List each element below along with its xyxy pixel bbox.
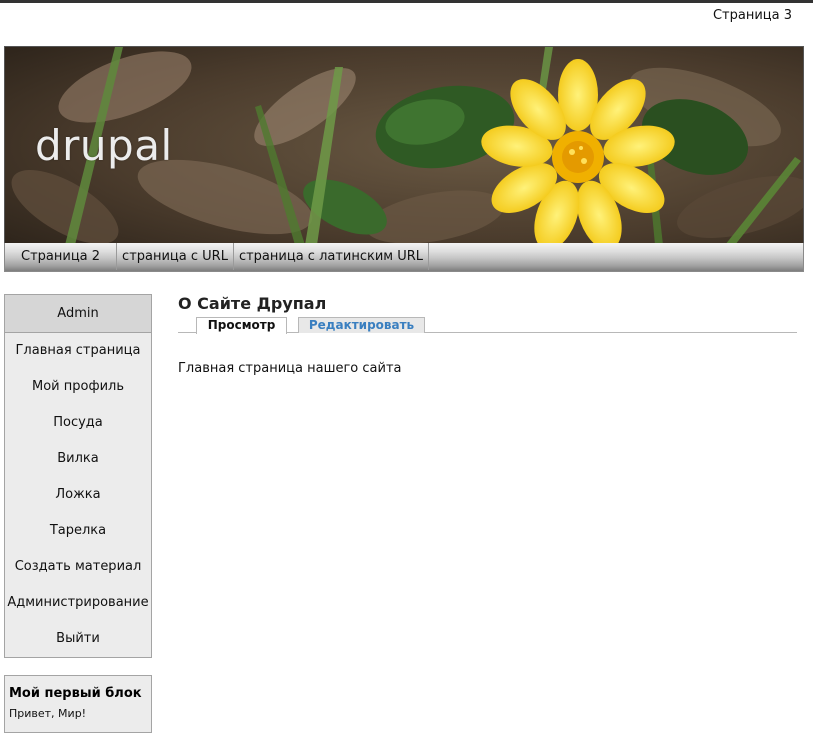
menu-item-my-profile[interactable]: Мой профиль (5, 369, 151, 405)
menu-item-fork[interactable]: Вилка (5, 441, 151, 477)
page-body-text: Главная страница нашего сайта (178, 361, 402, 376)
menu-item-plate[interactable]: Тарелка (5, 513, 151, 549)
top-border (0, 0, 813, 3)
secondary-link-page-3[interactable]: Страница 3 (713, 8, 792, 23)
menu-item-administration[interactable]: Администрирование (5, 585, 151, 621)
tab-edit[interactable]: Редактировать (298, 317, 425, 333)
menu-item-dishes[interactable]: Посуда (5, 405, 151, 441)
menu-item-create-content[interactable]: Создать материал (5, 549, 151, 585)
primary-link-page-latin-url[interactable]: страница с латинским URL (234, 243, 430, 270)
user-menu-list: Главная страница Мой профиль Посуда Вилк… (5, 333, 151, 657)
primary-nav: Страница 2 страница с URL страница с лат… (4, 243, 804, 272)
menu-item-home[interactable]: Главная страница (5, 333, 151, 369)
user-menu-block: Admin Главная страница Мой профиль Посуд… (4, 294, 152, 658)
menu-item-spoon[interactable]: Ложка (5, 477, 151, 513)
page-title: О Сайте Друпал (178, 294, 327, 313)
site-name[interactable]: drupal (35, 121, 173, 170)
primary-link-page-url[interactable]: страница с URL (117, 243, 234, 270)
content-tabs: Просмотр Редактировать (178, 313, 797, 334)
user-menu-title: Admin (5, 295, 151, 333)
site-header: drupal (4, 46, 804, 244)
custom-block-body: Привет, Мир! (9, 707, 87, 720)
custom-block: Мой первый блок Привет, Мир! (4, 675, 152, 733)
custom-block-title: Мой первый блок (9, 686, 142, 701)
tab-view[interactable]: Просмотр (196, 317, 287, 334)
main-content: О Сайте Друпал Просмотр Редактировать Гл… (178, 294, 798, 376)
primary-link-page-2[interactable]: Страница 2 (5, 243, 118, 270)
menu-item-logout[interactable]: Выйти (5, 621, 151, 657)
